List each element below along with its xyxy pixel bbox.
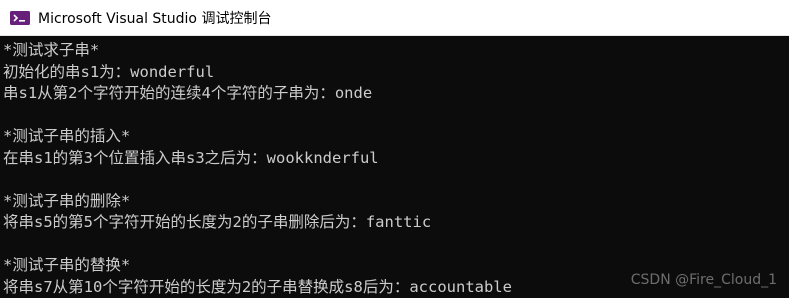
console-output: *测试求子串* 初始化的串s1为：wonderful 串s1从第2个字符开始的连… xyxy=(0,37,789,296)
console-line: 将串s5的第5个字符开始的长度为2的子串删除后为：fanttic xyxy=(3,212,789,234)
console-window: Microsoft Visual Studio 调试控制台 *测试求子串* 初始… xyxy=(0,0,789,296)
console-line xyxy=(3,105,789,127)
console-line: 串s1从第2个字符开始的连续4个字符的子串为：onde xyxy=(3,83,789,105)
console-line: *测试子串的删除* xyxy=(3,191,789,213)
watermark: CSDN @Fire_Cloud_1 xyxy=(631,272,777,288)
title-bar[interactable]: Microsoft Visual Studio 调试控制台 xyxy=(0,0,789,36)
console-line xyxy=(3,169,789,191)
console-line: *测试子串的插入* xyxy=(3,126,789,148)
console-line: 初始化的串s1为：wonderful xyxy=(3,62,789,84)
window-title: Microsoft Visual Studio 调试控制台 xyxy=(38,8,271,28)
console-line: *测试求子串* xyxy=(3,40,789,62)
console-line: 在串s1的第3个位置插入串s3之后为：wookknderful xyxy=(3,148,789,170)
console-line xyxy=(3,234,789,256)
visual-studio-icon xyxy=(10,10,30,26)
